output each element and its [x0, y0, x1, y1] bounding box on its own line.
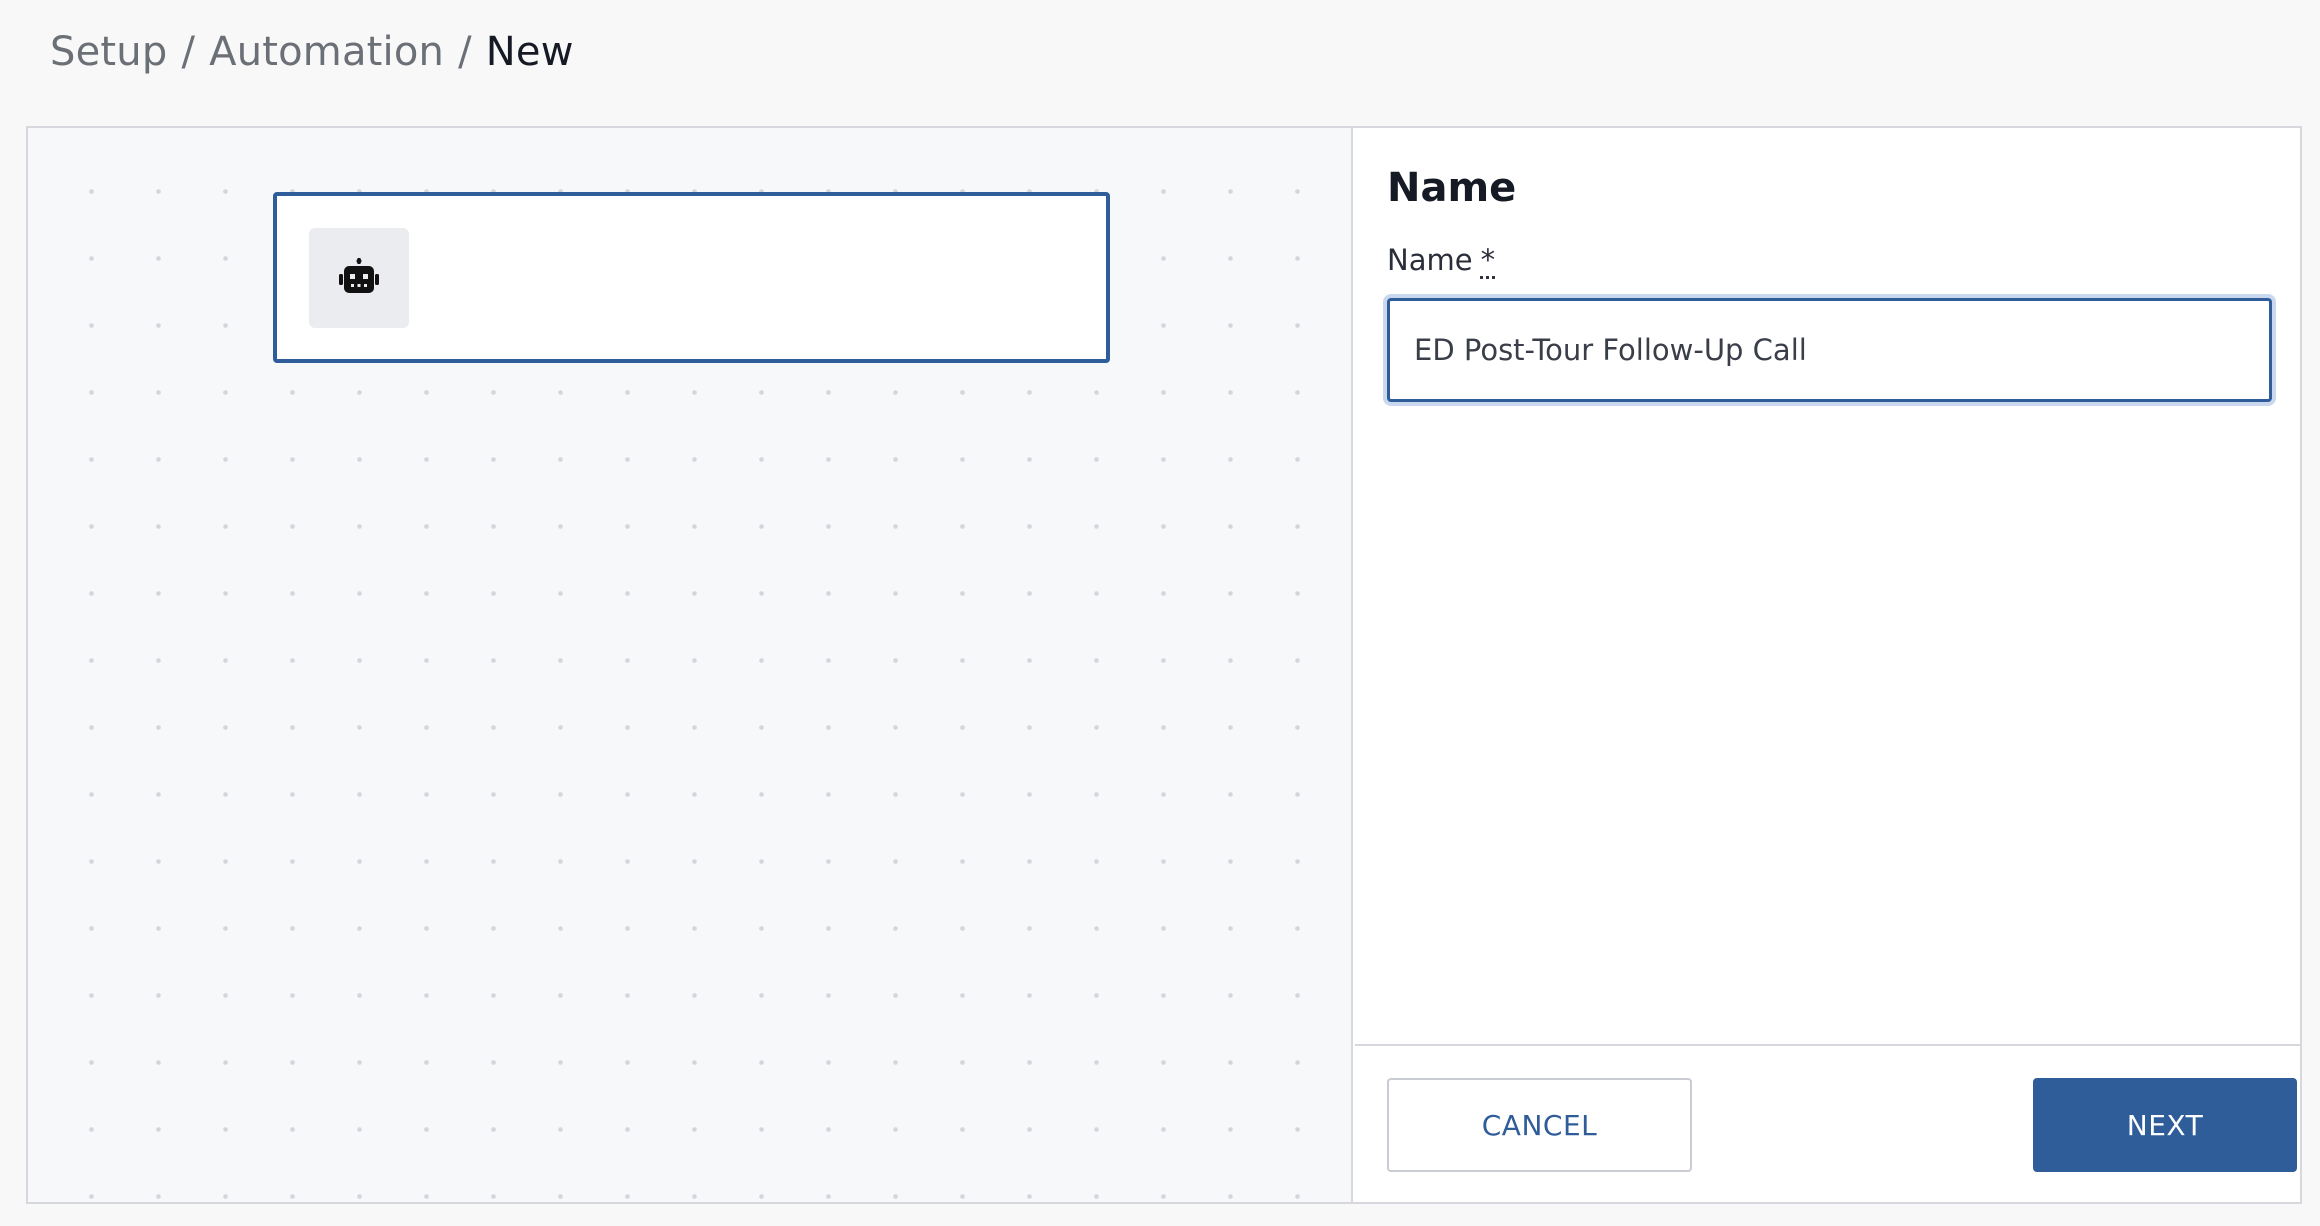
- robot-icon: [339, 258, 379, 293]
- panel-footer: CANCEL NEXT: [1355, 1044, 2300, 1202]
- breadcrumb-item-setup[interactable]: Setup: [50, 29, 167, 75]
- name-field-label: Name *: [1387, 240, 1495, 280]
- cancel-button[interactable]: CANCEL: [1387, 1078, 1692, 1172]
- required-marker: *: [1480, 243, 1496, 277]
- panel-title: Name: [1387, 165, 1517, 211]
- trigger-node[interactable]: [273, 192, 1110, 363]
- name-input[interactable]: [1387, 298, 2272, 402]
- next-button[interactable]: NEXT: [2033, 1078, 2297, 1172]
- automation-editor: Name Name* CANCEL NEXT: [26, 126, 2302, 1204]
- breadcrumb-current: New: [485, 29, 574, 75]
- properties-panel: Name Name* CANCEL NEXT: [1355, 128, 2300, 1202]
- breadcrumb: Setup / Automation / New: [50, 24, 574, 80]
- flow-canvas[interactable]: [28, 128, 1353, 1202]
- breadcrumb-separator: /: [458, 29, 472, 75]
- breadcrumb-separator: /: [181, 29, 196, 75]
- breadcrumb-item-automation[interactable]: Automation: [209, 29, 444, 75]
- node-icon-tile: [309, 228, 409, 328]
- name-label-text: Name: [1387, 243, 1473, 277]
